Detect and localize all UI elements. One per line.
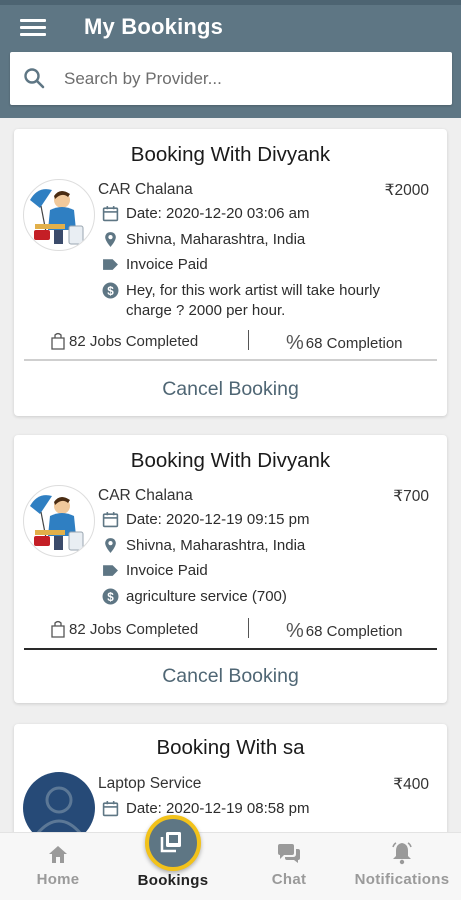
date-row: Date: 2020-12-19 08:58 pm [102, 799, 309, 819]
chat-icon [278, 844, 300, 863]
note-row: $ agriculture service (700) [102, 587, 287, 607]
nav-notifications[interactable]: Notifications [346, 833, 458, 888]
booking-card: Booking With Divyank CAR Chalana ₹700 Da… [14, 435, 447, 703]
location-pin-icon [105, 232, 116, 247]
nav-chat-label: Chat [271, 871, 307, 888]
location-pin-icon [105, 538, 116, 553]
tag-icon [103, 565, 118, 576]
provider-avatar [23, 485, 95, 557]
completion-rate: 68 Completion [305, 623, 403, 640]
menu-icon-bar [20, 33, 46, 36]
booking-card: Booking With Divyank CAR Chalana ₹2000 D… [14, 129, 447, 416]
booking-price: ₹700 [393, 488, 429, 505]
cancel-booking-button[interactable]: Cancel Booking [14, 665, 447, 688]
booking-price: ₹2000 [384, 182, 429, 199]
booking-note-cont: charge ? 2000 per hour. [126, 302, 286, 319]
completion-stat: % 68 Completion [286, 620, 403, 643]
jobs-stat: 82 Jobs Completed [50, 332, 198, 350]
booking-title: Booking With Divyank [130, 449, 331, 472]
invoice-status: Invoice Paid [126, 562, 208, 579]
nav-notifications-label: Notifications [354, 871, 450, 888]
booking-note: agriculture service (700) [126, 588, 287, 605]
booking-date: Date: 2020-12-19 09:15 pm [126, 511, 310, 528]
dollar-icon: $ [102, 282, 119, 299]
service-name: Laptop Service [98, 775, 202, 792]
jobs-completed: 82 Jobs Completed [69, 620, 199, 638]
nav-home-label: Home [36, 871, 80, 888]
svg-text:$: $ [107, 285, 114, 298]
artist-illustration-icon [30, 495, 84, 551]
provider-stats: 82 Jobs Completed % 68 Completion [14, 618, 447, 643]
bookings-icon [160, 832, 181, 853]
invoice-row: Invoice Paid [102, 561, 208, 581]
date-row: Date: 2020-12-20 03:06 am [102, 204, 309, 224]
percent-icon: % [286, 332, 304, 354]
completion-rate: 68 Completion [305, 335, 403, 352]
booking-title: Booking With sa [156, 736, 305, 759]
invoice-row: Invoice Paid [102, 255, 208, 275]
date-row: Date: 2020-12-19 09:15 pm [102, 510, 309, 530]
booking-title: Booking With Divyank [130, 143, 331, 166]
provider-stats: 82 Jobs Completed % 68 Completion [14, 330, 447, 355]
booking-location: Shivna, Maharashtra, India [126, 537, 306, 554]
nav-bookings-active-indicator[interactable] [145, 815, 201, 871]
search-icon [24, 68, 45, 89]
cancel-booking-button[interactable]: Cancel Booking [14, 378, 447, 401]
bottom-navigation: Home Bookings Chat Notifications [0, 832, 461, 900]
status-strip [0, 0, 461, 5]
booking-note: Hey, for this work artist will take hour… [126, 282, 380, 299]
completion-stat: % 68 Completion [286, 332, 403, 355]
bell-icon [392, 842, 412, 865]
menu-icon-bar [20, 26, 46, 29]
calendar-icon [102, 206, 119, 222]
page-title: My Bookings [84, 14, 224, 39]
location-row: Shivna, Maharashtra, India [102, 536, 305, 556]
svg-text:$: $ [107, 591, 114, 604]
bag-icon [51, 620, 65, 638]
jobs-completed: 82 Jobs Completed [69, 332, 199, 350]
calendar-icon [102, 801, 119, 817]
jobs-stat: 82 Jobs Completed [50, 620, 198, 638]
bag-icon [51, 332, 65, 350]
search-input[interactable] [64, 52, 444, 105]
home-icon [49, 846, 67, 863]
service-name: CAR Chalana [98, 487, 193, 504]
booking-location: Shivna, Maharashtra, India [126, 231, 306, 248]
location-row: Shivna, Maharashtra, India [102, 230, 305, 250]
menu-icon-bar [20, 19, 46, 22]
service-name: CAR Chalana [98, 181, 193, 198]
menu-button[interactable] [20, 16, 46, 38]
note-row: $ Hey, for this work artist will take ho… [102, 281, 446, 321]
booking-date: Date: 2020-12-19 08:58 pm [126, 800, 310, 817]
tag-icon [103, 259, 118, 270]
artist-illustration-icon [30, 189, 84, 245]
nav-home[interactable]: Home [22, 833, 94, 888]
calendar-icon [102, 512, 119, 528]
percent-icon: % [286, 620, 304, 642]
card-divider [24, 359, 437, 361]
provider-avatar [23, 179, 95, 251]
nav-chat[interactable]: Chat [253, 833, 325, 888]
stats-separator [248, 618, 249, 638]
card-divider [24, 648, 437, 650]
nav-bookings-label: Bookings [137, 872, 209, 889]
app-bar: My Bookings [0, 0, 461, 118]
search-bar[interactable] [10, 52, 452, 105]
invoice-status: Invoice Paid [126, 256, 208, 273]
dollar-icon: $ [102, 588, 119, 605]
stats-separator [248, 330, 249, 350]
booking-price: ₹400 [393, 776, 429, 793]
booking-date: Date: 2020-12-20 03:06 am [126, 205, 310, 222]
